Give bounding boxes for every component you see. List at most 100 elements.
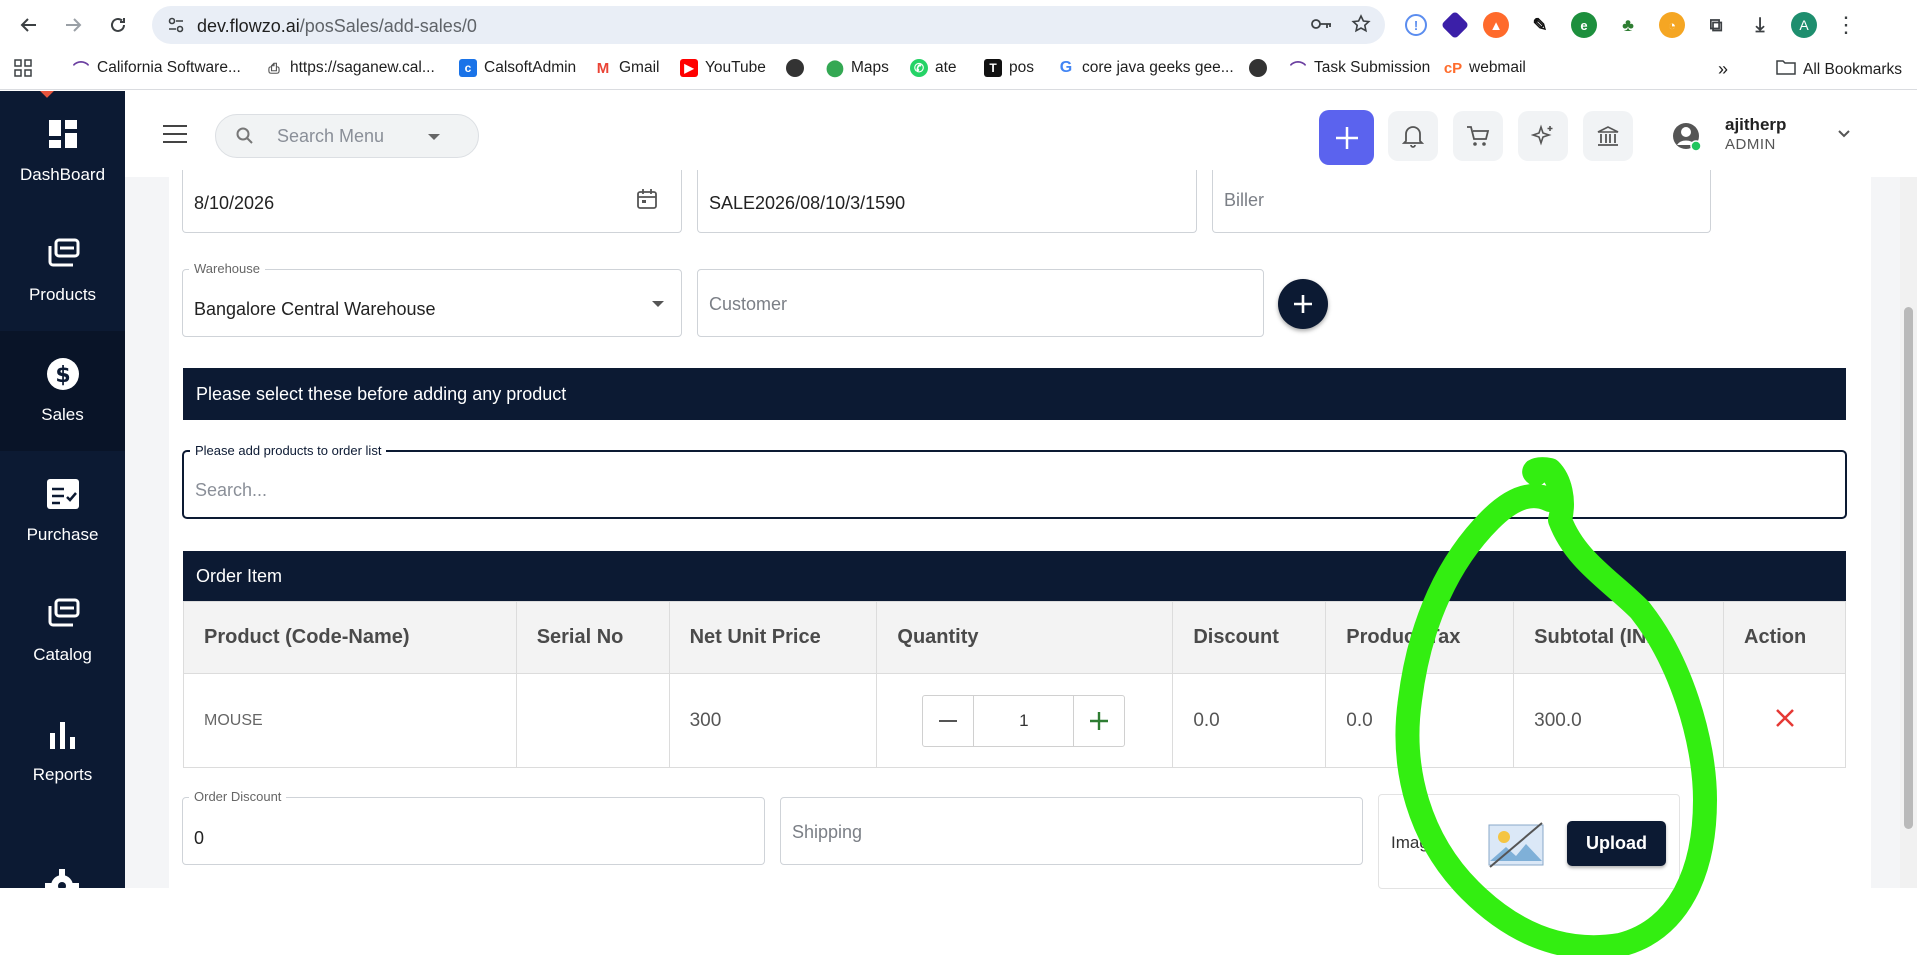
customer-field[interactable]: Customer: [697, 269, 1264, 337]
image-upload-panel: Image Upload: [1378, 794, 1680, 889]
profile-avatar[interactable]: A: [1791, 12, 1817, 38]
bookmark-item[interactable]: ▶ YouTube: [680, 59, 766, 77]
all-bookmarks-button[interactable]: All Bookmarks: [1776, 59, 1902, 80]
cart-button[interactable]: [1453, 111, 1503, 161]
user-menu-chevron-icon[interactable]: [1837, 126, 1851, 144]
order-item-title: Order Item: [196, 565, 283, 586]
search-icon: [236, 127, 254, 150]
column-header-action: Action: [1723, 601, 1846, 674]
calendar-icon[interactable]: [636, 188, 658, 215]
sidebar-item-sales[interactable]: $ Sales: [0, 331, 125, 451]
scrollbar-thumb[interactable]: [1904, 307, 1913, 829]
table-row: MOUSE 300 1 0.0 0.0 300.0: [183, 673, 1846, 768]
extension-3-icon[interactable]: ▲: [1483, 12, 1509, 38]
bookmarks-overflow-button[interactable]: »: [1718, 59, 1728, 80]
hamburger-menu-icon[interactable]: [163, 125, 187, 143]
sidebar-item-reports[interactable]: Reports: [0, 691, 125, 811]
bookmark-label: Gmail: [619, 59, 660, 76]
image-placeholder-icon: [1488, 821, 1544, 874]
quantity-stepper: 1: [922, 694, 1126, 747]
reload-icon[interactable]: [103, 10, 133, 40]
bookmark-item[interactable]: ⎙ https://saganew.cal...: [265, 59, 434, 77]
order-discount-field[interactable]: Order Discount 0: [182, 789, 765, 865]
cell-action: [1723, 673, 1846, 768]
apps-grid-icon[interactable]: [14, 59, 32, 77]
biller-field[interactable]: Biller: [1212, 170, 1711, 233]
password-key-icon[interactable]: [1309, 14, 1333, 39]
warehouse-select[interactable]: Warehouse Bangalore Central Warehouse: [182, 261, 682, 337]
url-text[interactable]: dev.flowzo.ai/posSales/add-sales/0: [197, 16, 477, 37]
column-header-tax: Product Tax: [1325, 601, 1515, 674]
bookmark-label: webmail: [1469, 59, 1526, 76]
biller-placeholder: Biller: [1224, 190, 1265, 210]
bookmark-item[interactable]: ⬤ Maps: [826, 59, 889, 77]
user-avatar[interactable]: [1671, 121, 1702, 156]
page-scrollbar[interactable]: [1900, 177, 1917, 888]
ai-sparkle-button[interactable]: [1518, 111, 1568, 161]
chevron-down-icon[interactable]: [428, 134, 440, 140]
bookmark-label: core java geeks gee...: [1082, 59, 1234, 76]
whatsapp-icon: ✆: [910, 59, 928, 77]
upload-button[interactable]: Upload: [1567, 821, 1666, 866]
bookmark-label: pos: [1009, 59, 1034, 76]
add-customer-button[interactable]: [1278, 279, 1328, 329]
extension-6-icon[interactable]: ♣: [1615, 12, 1641, 38]
eyedropper-icon[interactable]: ✎: [1527, 12, 1553, 38]
shipping-field[interactable]: Shipping: [780, 797, 1363, 865]
sidebar-item-dashboard[interactable]: DashBoard: [0, 91, 125, 211]
search-menu-input[interactable]: Search Menu: [215, 114, 479, 158]
products-stack-icon: [46, 237, 80, 271]
dollar-circle-icon: $: [46, 357, 80, 391]
reference-field[interactable]: SALE2026/08/10/3/1590: [697, 170, 1197, 233]
bookmark-item[interactable]: M Gmail: [594, 59, 660, 77]
product-search-input[interactable]: Please add products to order list Search…: [182, 443, 1847, 519]
bank-button[interactable]: [1583, 111, 1633, 161]
forward-arrow-icon[interactable]: [58, 10, 88, 40]
bookmark-item[interactable]: Gcore java geeks gee...: [1057, 59, 1234, 77]
download-icon[interactable]: ⤓: [1747, 12, 1773, 38]
back-arrow-icon[interactable]: [14, 10, 44, 40]
date-field[interactable]: 8/10/2026: [182, 170, 682, 233]
bank-icon: [1597, 126, 1619, 146]
sidebar-item-purchase[interactable]: Purchase: [0, 451, 125, 571]
bookmark-item[interactable]: ✆ ate: [910, 59, 957, 77]
extension-1-icon[interactable]: !: [1405, 14, 1427, 36]
bookmark-label: Task Submission: [1314, 59, 1431, 76]
bookmark-item[interactable]: ⌒ California Software...: [72, 59, 241, 79]
browser-menu-icon[interactable]: ⋮: [1835, 12, 1857, 38]
bookmark-item[interactable]: [1249, 59, 1267, 77]
extension-2-icon[interactable]: [1440, 10, 1470, 40]
user-name: ajitherp: [1725, 115, 1787, 134]
quick-add-button[interactable]: [1319, 110, 1374, 165]
notifications-button[interactable]: [1388, 111, 1438, 161]
warehouse-value: Bangalore Central Warehouse: [194, 299, 436, 319]
bookmark-item[interactable]: [786, 59, 804, 77]
site-settings-icon[interactable]: [166, 15, 186, 35]
sidebar-item-products[interactable]: Products: [0, 211, 125, 331]
extension-7-icon[interactable]: ◔: [1659, 12, 1685, 38]
sidebar-item-catalog[interactable]: Catalog: [0, 571, 125, 691]
address-bar[interactable]: dev.flowzo.ai/posSales/add-sales/0: [152, 6, 1385, 44]
bookmark-label: YouTube: [705, 59, 766, 76]
plus-icon: [1090, 711, 1109, 730]
decrease-quantity-button[interactable]: [923, 696, 973, 746]
bookmark-item[interactable]: cP webmail: [1444, 59, 1526, 77]
extensions-puzzle-icon[interactable]: ⧉: [1703, 12, 1729, 38]
quantity-input[interactable]: 1: [973, 695, 1075, 746]
bookmark-item[interactable]: c CalsoftAdmin: [459, 59, 576, 77]
sidebar-item-label: DashBoard: [19, 165, 106, 184]
search-menu-placeholder: Search Menu: [277, 126, 385, 146]
column-header-serial: Serial No: [515, 601, 670, 674]
bookmark-item[interactable]: ⌒ Task Submission: [1289, 59, 1431, 79]
extension-5-icon[interactable]: e: [1571, 12, 1597, 38]
notice-banner: Please select these before adding any pr…: [183, 368, 1846, 420]
chevron-down-icon[interactable]: [652, 301, 664, 307]
cell-quantity: 1: [876, 673, 1174, 768]
settings-gear-icon[interactable]: [45, 869, 79, 888]
delete-row-button[interactable]: [1775, 708, 1795, 733]
column-header-price: Net Unit Price: [668, 601, 878, 674]
bookmark-item[interactable]: Tpos: [984, 59, 1034, 77]
youtube-icon: ▶: [680, 59, 698, 77]
increase-quantity-button[interactable]: [1074, 696, 1124, 746]
bookmark-star-icon[interactable]: [1351, 14, 1371, 39]
